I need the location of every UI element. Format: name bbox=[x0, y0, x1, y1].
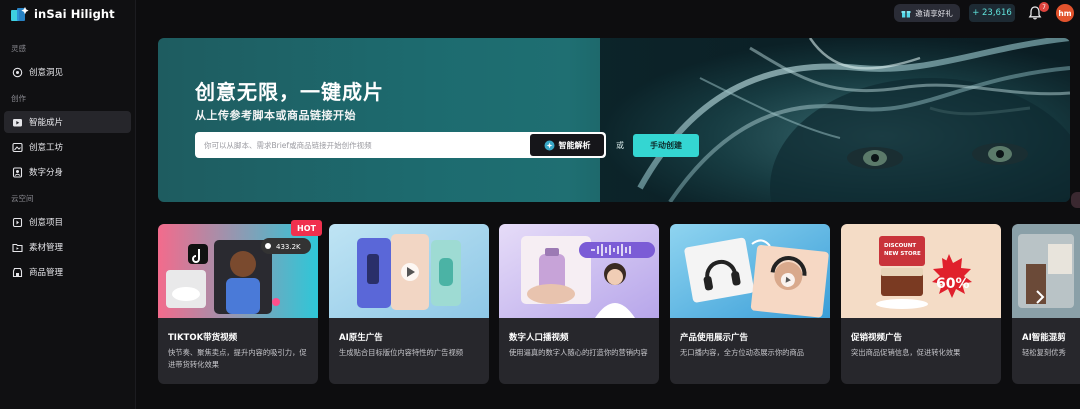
project-icon bbox=[12, 217, 23, 228]
app-name: inSai Hilight bbox=[34, 7, 115, 21]
avatar[interactable]: hm bbox=[1056, 4, 1074, 22]
manual-create-button[interactable]: 手动创建 bbox=[633, 134, 699, 157]
card-title: 数字人口播视频 bbox=[509, 333, 569, 343]
sidebar-item-smart-video[interactable]: 智能成片 bbox=[4, 111, 131, 133]
view-count: 433.2K bbox=[276, 243, 301, 251]
template-card-product-showcase[interactable]: 产品使用展示广告 无口播内容，全方位动态展示你的商品 bbox=[670, 224, 830, 384]
hot-badge: HOT bbox=[291, 220, 322, 236]
card-description: 使用逼真的数字人随心的打造你的营销内容 bbox=[509, 348, 648, 357]
card-title: 产品使用展示广告 bbox=[680, 333, 749, 343]
script-input-box: 智能解析 bbox=[195, 132, 606, 158]
sidebar: inSai Hilight 灵感 创意洞见 创作 智能成片 创意工坊 数字分身 … bbox=[0, 0, 136, 409]
hero-banner: 创意无限，一键成片 从上传参考脚本或商品链接开始 智能解析 或 手动创建 bbox=[158, 38, 1070, 202]
logo-icon bbox=[11, 7, 29, 21]
card-thumbnail: DISCOUNT NEW STORE 60% bbox=[841, 224, 1001, 318]
gift-icon bbox=[901, 10, 911, 17]
card-title: 促销视频广告 bbox=[851, 333, 903, 343]
promo-line-1: DISCOUNT bbox=[884, 243, 916, 249]
card-description: 快节奏、聚焦卖点，提升内容的吸引力，促进带货转化效果 bbox=[168, 348, 307, 369]
sidebar-item-label: 素材管理 bbox=[29, 243, 64, 253]
card-title: AI智能混剪 bbox=[1022, 333, 1066, 343]
digital-avatar-icon bbox=[12, 166, 23, 178]
sidebar-item-label: 商品管理 bbox=[29, 268, 64, 278]
sidebar-item-label: 创意项目 bbox=[29, 218, 64, 228]
smart-video-icon bbox=[12, 117, 23, 128]
card-thumbnail bbox=[499, 224, 659, 318]
script-input[interactable] bbox=[204, 132, 524, 158]
sidebar-item-label: 智能成片 bbox=[29, 118, 64, 128]
section-label-cloud: 云空间 bbox=[11, 194, 34, 203]
template-card-promo[interactable]: DISCOUNT NEW STORE 60% 促销视频广告 突出商品促销信息，促… bbox=[841, 224, 1001, 384]
side-float-tab[interactable] bbox=[1071, 192, 1080, 208]
template-card-tiktok[interactable]: 433.2K TIKTOK带货视频 快节奏、聚焦卖点，提升内容的吸引力，促进带货… bbox=[158, 224, 318, 384]
sidebar-item-label: 创意洞见 bbox=[29, 68, 64, 78]
card-thumbnail bbox=[670, 224, 830, 318]
chevron-right-icon bbox=[1036, 290, 1045, 304]
card-description: 生成贴合目标版位内容特性的广告视频 bbox=[339, 348, 464, 357]
smart-analyze-button[interactable]: 智能解析 bbox=[530, 134, 604, 156]
folder-icon bbox=[12, 242, 23, 253]
hero-face-artwork bbox=[600, 38, 1070, 202]
promo-percent: 60% bbox=[936, 276, 970, 292]
app-logo[interactable]: inSai Hilight bbox=[10, 4, 115, 24]
sidebar-item-creative-insight[interactable]: 创意洞见 bbox=[4, 61, 131, 83]
sidebar-item-projects[interactable]: 创意项目 bbox=[4, 211, 131, 233]
card-thumbnail: 433.2K bbox=[158, 224, 318, 318]
sparkle-icon bbox=[544, 140, 554, 150]
credits-balance[interactable]: + 23,616 bbox=[969, 4, 1015, 22]
hero-subtitle: 从上传参考脚本或商品链接开始 bbox=[195, 109, 356, 122]
section-label-create: 创作 bbox=[11, 94, 26, 103]
hero-title: 创意无限，一键成片 bbox=[195, 80, 384, 104]
invite-label: 邀请享好礼 bbox=[915, 8, 953, 18]
sidebar-item-digital-avatar[interactable]: 数字分身 bbox=[4, 161, 131, 183]
or-label: 或 bbox=[616, 141, 624, 150]
sidebar-item-label: 数字分身 bbox=[29, 168, 64, 178]
shop-icon bbox=[12, 267, 23, 278]
card-title: AI原生广告 bbox=[339, 333, 383, 343]
promo-line-2: NEW STORE bbox=[884, 251, 921, 257]
card-description: 突出商品促销信息，促进转化效果 bbox=[851, 348, 961, 357]
invite-button[interactable]: 邀请享好礼 bbox=[894, 4, 960, 22]
card-thumbnail bbox=[329, 224, 489, 318]
insight-icon bbox=[12, 67, 23, 78]
card-description: 无口播内容，全方位动态展示你的商品 bbox=[680, 348, 805, 357]
carousel-next-button[interactable] bbox=[1030, 287, 1050, 307]
notification-badge: 7 bbox=[1039, 2, 1049, 12]
sidebar-item-workshop[interactable]: 创意工坊 bbox=[4, 136, 131, 158]
card-description: 轻松复刻优秀 bbox=[1022, 348, 1066, 357]
sidebar-item-assets[interactable]: 素材管理 bbox=[4, 236, 131, 258]
sidebar-item-label: 创意工坊 bbox=[29, 143, 64, 153]
section-label-inspiration: 灵感 bbox=[11, 44, 26, 53]
template-card-digital-human[interactable]: 数字人口播视频 使用逼真的数字人随心的打造你的营销内容 bbox=[499, 224, 659, 384]
sidebar-item-products[interactable]: 商品管理 bbox=[4, 261, 131, 283]
card-title: TIKTOK带货视频 bbox=[168, 333, 238, 343]
analyze-label: 智能解析 bbox=[558, 140, 591, 150]
workshop-icon bbox=[12, 142, 23, 153]
template-card-ai-native-ad[interactable]: AI原生广告 生成贴合目标版位内容特性的广告视频 bbox=[329, 224, 489, 384]
